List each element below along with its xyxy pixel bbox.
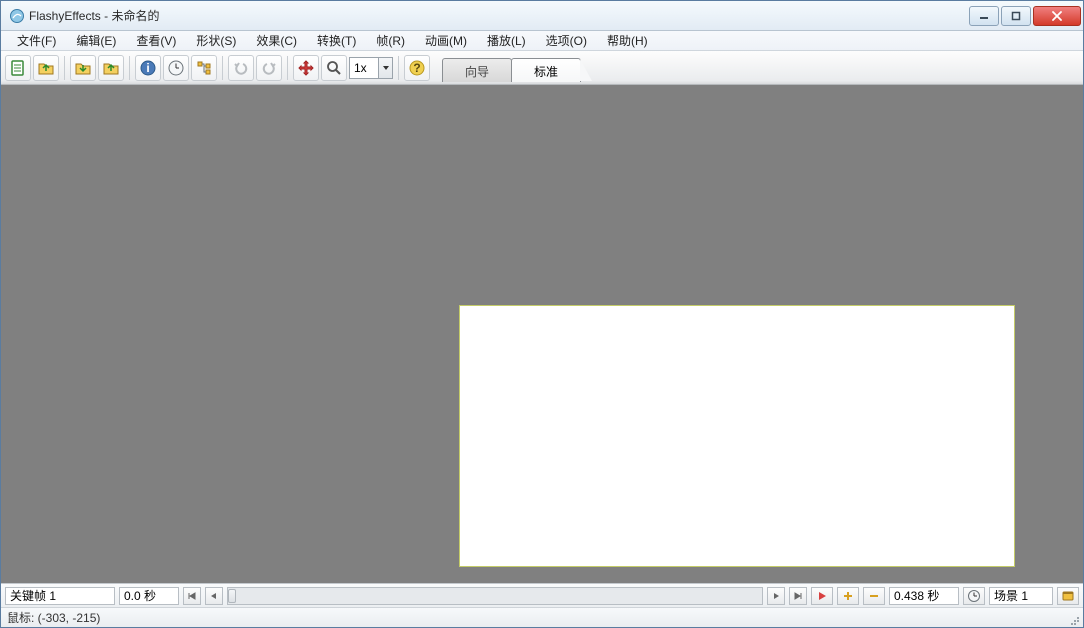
menu-play[interactable]: 播放(L) — [477, 30, 536, 51]
window-title: FlashyEffects - 未命名的 — [29, 7, 967, 24]
menu-options[interactable]: 选项(O) — [536, 30, 597, 51]
menu-shape[interactable]: 形状(S) — [186, 30, 246, 51]
time-field[interactable]: 0.0 秒 — [119, 587, 179, 605]
play-button[interactable] — [811, 587, 833, 605]
next-frame-button[interactable] — [767, 587, 785, 605]
title-bar: FlashyEffects - 未命名的 — [1, 1, 1083, 31]
scrollbar-thumb[interactable] — [228, 589, 236, 603]
menu-effects[interactable]: 效果(C) — [246, 30, 307, 51]
save-button[interactable] — [70, 55, 96, 81]
timeline-bar: 关键帧 1 0.0 秒 0.438 秒 场景 1 — [1, 583, 1083, 607]
toolbar: i 1x ? 向导 标准 — [1, 51, 1083, 85]
timeline-scrollbar[interactable] — [227, 587, 763, 605]
scene-field[interactable]: 场景 1 — [989, 587, 1053, 605]
menu-view[interactable]: 查看(V) — [126, 30, 186, 51]
window-buttons — [967, 6, 1081, 26]
canvas-area[interactable] — [1, 85, 1083, 583]
app-icon — [9, 8, 25, 24]
toolbar-separator — [398, 56, 399, 80]
last-frame-button[interactable] — [789, 587, 807, 605]
svg-text:i: i — [146, 61, 149, 75]
move-button[interactable] — [293, 55, 319, 81]
redo-button[interactable] — [256, 55, 282, 81]
new-button[interactable] — [5, 55, 31, 81]
svg-text:?: ? — [413, 61, 420, 75]
first-frame-button[interactable] — [183, 587, 201, 605]
menu-frame[interactable]: 帧(R) — [366, 30, 415, 51]
tab-wizard[interactable]: 向导 — [442, 58, 512, 82]
status-bar: 鼠标: (-303, -215) — [1, 607, 1083, 627]
mouse-coordinates: 鼠标: (-303, -215) — [7, 609, 100, 626]
zoom-dropdown-icon[interactable] — [378, 58, 392, 78]
add-frame-button[interactable] — [837, 587, 859, 605]
timing-button[interactable] — [963, 587, 985, 605]
menu-help[interactable]: 帮助(H) — [597, 30, 658, 51]
maximize-button[interactable] — [1001, 6, 1031, 26]
duration-field[interactable]: 0.438 秒 — [889, 587, 959, 605]
undo-button[interactable] — [228, 55, 254, 81]
open-button[interactable] — [33, 55, 59, 81]
mode-tabbar: 向导 标准 — [442, 54, 580, 82]
clock-button[interactable] — [163, 55, 189, 81]
menu-edit[interactable]: 编辑(E) — [66, 30, 126, 51]
menu-animation[interactable]: 动画(M) — [415, 30, 477, 51]
close-button[interactable] — [1033, 6, 1081, 26]
stage[interactable] — [459, 305, 1015, 567]
menu-bar: 文件(F) 编辑(E) 查看(V) 形状(S) 效果(C) 转换(T) 帧(R)… — [1, 31, 1083, 51]
zoom-select[interactable]: 1x — [349, 57, 393, 79]
keyframe-field[interactable]: 关键帧 1 — [5, 587, 115, 605]
toolbar-separator — [129, 56, 130, 80]
remove-frame-button[interactable] — [863, 587, 885, 605]
tab-standard[interactable]: 标准 — [511, 58, 581, 82]
toolbar-separator — [287, 56, 288, 80]
resize-grip[interactable] — [1067, 613, 1081, 627]
toolbar-separator — [64, 56, 65, 80]
zoom-button[interactable] — [321, 55, 347, 81]
tree-button[interactable] — [191, 55, 217, 81]
menu-transform[interactable]: 转换(T) — [307, 30, 366, 51]
info-button[interactable]: i — [135, 55, 161, 81]
scene-menu-button[interactable] — [1057, 587, 1079, 605]
minimize-button[interactable] — [969, 6, 999, 26]
help-button[interactable]: ? — [404, 55, 430, 81]
export-button[interactable] — [98, 55, 124, 81]
prev-frame-button[interactable] — [205, 587, 223, 605]
toolbar-separator — [222, 56, 223, 80]
zoom-value: 1x — [350, 61, 378, 75]
menu-file[interactable]: 文件(F) — [7, 30, 66, 51]
